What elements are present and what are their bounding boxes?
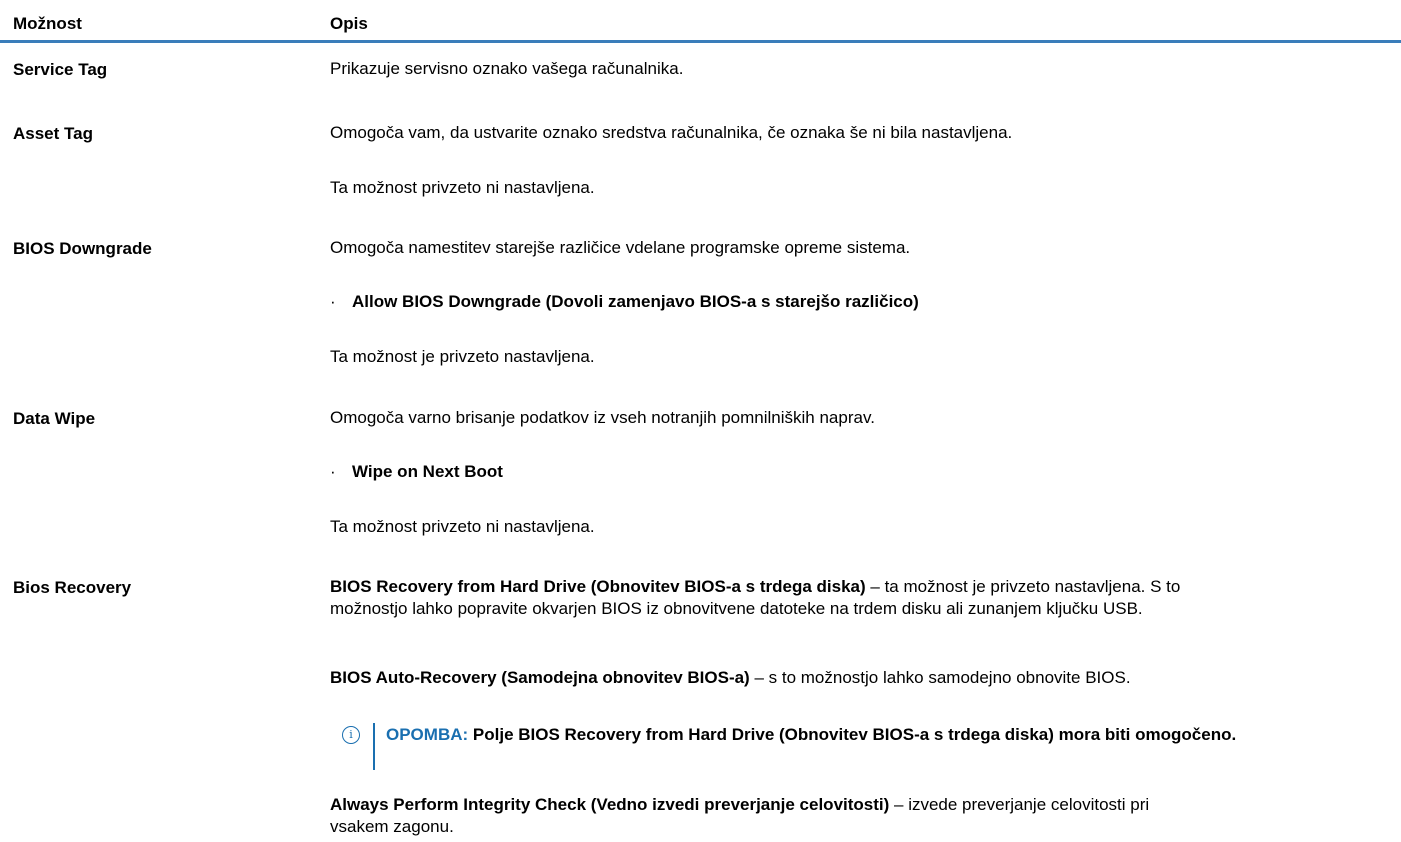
note-label: OPOMBA:	[386, 725, 469, 744]
bullet-dot-icon: ·	[330, 292, 336, 311]
option-data-wipe: Data Wipe	[13, 409, 96, 428]
option-service-tag: Service Tag	[13, 60, 108, 79]
description-asset-tag: Omogoča vam, da ustvarite oznako sredstv…	[330, 123, 1013, 142]
table-header: Možnost Opis	[0, 0, 1401, 43]
info-icon: i	[342, 726, 360, 744]
description-bios-recovery-hdd: BIOS Recovery from Hard Drive (Obnovitev…	[330, 576, 1210, 620]
bullet-wipe-on-next-boot: · Wipe on Next Boot	[330, 462, 503, 482]
bullet-text: Allow BIOS Downgrade (Dovoli zamenjavo B…	[352, 292, 919, 311]
description-data-wipe: Omogoča varno brisanje podatkov iz vseh …	[330, 408, 875, 427]
note-divider	[373, 723, 375, 770]
para-bold: BIOS Auto-Recovery (Samodejna obnovitev …	[330, 668, 750, 687]
default-bios-downgrade: Ta možnost je privzeto nastavljena.	[330, 347, 595, 366]
description-bios-auto-recovery: BIOS Auto-Recovery (Samodejna obnovitev …	[330, 667, 1390, 689]
default-asset-tag: Ta možnost privzeto ni nastavljena.	[330, 178, 595, 197]
description-integrity-check: Always Perform Integrity Check (Vedno iz…	[330, 794, 1210, 838]
bullet-text: Wipe on Next Boot	[352, 462, 503, 481]
note-text: OPOMBA: Polje BIOS Recovery from Hard Dr…	[386, 723, 1346, 747]
note-callout: i OPOMBA: Polje BIOS Recovery from Hard …	[330, 723, 1390, 773]
bullet-allow-bios-downgrade: · Allow BIOS Downgrade (Dovoli zamenjavo …	[330, 292, 919, 312]
option-bios-recovery: Bios Recovery	[13, 578, 132, 597]
note-body: Polje BIOS Recovery from Hard Drive (Obn…	[468, 725, 1237, 744]
description-bios-downgrade: Omogoča namestitev starejše različice vd…	[330, 238, 911, 257]
para-bold: BIOS Recovery from Hard Drive (Obnovitev…	[330, 577, 866, 596]
option-bios-downgrade: BIOS Downgrade	[13, 239, 152, 258]
default-data-wipe: Ta možnost privzeto ni nastavljena.	[330, 517, 595, 536]
bullet-dot-icon: ·	[330, 462, 336, 481]
description-service-tag: Prikazuje servisno oznako vašega računal…	[330, 59, 684, 78]
option-asset-tag: Asset Tag	[13, 124, 93, 143]
column-header-description: Opis	[330, 14, 368, 33]
column-header-option: Možnost	[13, 14, 82, 33]
para-bold: Always Perform Integrity Check (Vedno iz…	[330, 795, 890, 814]
para-text: – s to možnostjo lahko samodejno obnovit…	[749, 668, 1131, 687]
